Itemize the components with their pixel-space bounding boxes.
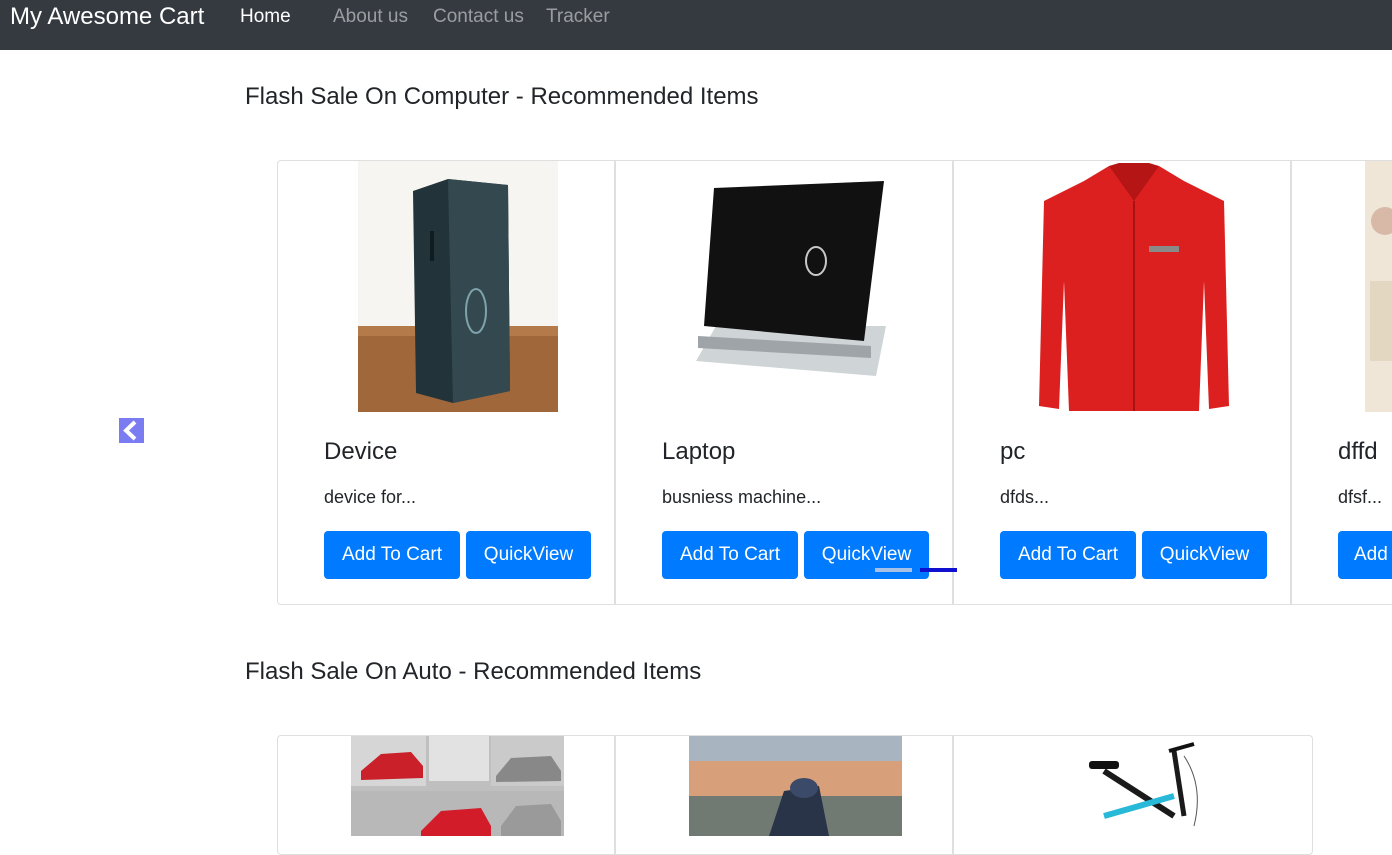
product-desc: busniess machine... xyxy=(662,487,822,507)
add-to-cart-button[interactable]: Add To Cart xyxy=(1000,531,1136,579)
product-card-device: Device device for... Add To Cart QuickVi… xyxy=(277,160,615,605)
partial-photo xyxy=(1365,161,1392,412)
quickview-button[interactable]: QuickView xyxy=(1142,531,1267,579)
bicycle-photo xyxy=(1044,736,1244,836)
product-card-auto-2 xyxy=(615,735,953,855)
product-card-pc: pc dfds... Add To Cart QuickView xyxy=(953,160,1291,605)
quickview-button[interactable]: QuickView xyxy=(466,531,591,579)
add-to-cart-button[interactable]: Add To Cart xyxy=(324,531,460,579)
sports-cars-collage-photo xyxy=(351,736,564,836)
brand-link[interactable]: My Awesome Cart xyxy=(10,2,204,32)
add-to-cart-button[interactable]: Add xyxy=(1338,531,1392,579)
carousel-indicator-active[interactable] xyxy=(920,568,957,572)
add-to-cart-button[interactable]: Add To Cart xyxy=(662,531,798,579)
section-title-auto: Flash Sale On Auto - Recommended Items xyxy=(245,658,702,685)
laptop-photo xyxy=(696,181,886,376)
product-card-auto-1 xyxy=(277,735,615,855)
nav-home[interactable]: Home xyxy=(240,4,291,30)
product-card-laptop: Laptop busniess machine... Add To Cart Q… xyxy=(615,160,953,605)
product-title: dffd xyxy=(1338,438,1378,465)
product-card-dffd: dffd dfsf... Add xyxy=(1291,160,1392,605)
chevron-left-icon xyxy=(123,420,137,441)
product-title: pc xyxy=(1000,438,1026,465)
product-title: Device xyxy=(324,438,398,465)
nav-contact[interactable]: Contact us xyxy=(433,4,524,30)
carousel-prev-button[interactable] xyxy=(119,418,144,443)
nav-about[interactable]: About us xyxy=(333,4,408,30)
product-desc: dfsf... xyxy=(1338,487,1383,507)
carousel-indicator[interactable] xyxy=(875,568,912,572)
product-desc: device for... xyxy=(324,487,417,507)
navbar: My Awesome Cart Home About us Contact us… xyxy=(0,0,1392,50)
product-desc: dfds... xyxy=(1000,487,1050,507)
product-title: Laptop xyxy=(662,438,736,465)
nav-tracker[interactable]: Tracker xyxy=(546,4,610,30)
red-shirt-photo xyxy=(1034,161,1234,412)
section-title-computer: Flash Sale On Computer - Recommended Ite… xyxy=(245,83,759,110)
product-card-auto-3 xyxy=(953,735,1313,855)
motorcycle-photo xyxy=(689,736,902,836)
mini-pc-photo xyxy=(358,161,558,412)
